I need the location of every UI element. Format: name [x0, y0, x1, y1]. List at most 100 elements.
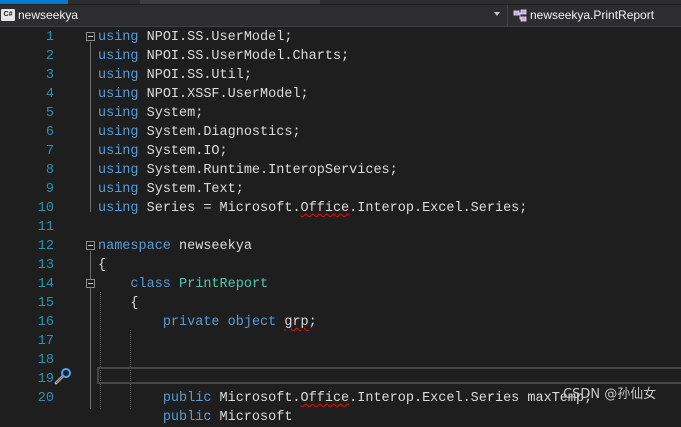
- code-text: public Microsoft: [98, 408, 293, 427]
- line-number: 6: [45, 125, 54, 140]
- code-line[interactable]: 16 private object grp;: [0, 313, 681, 332]
- code-line[interactable]: 17: [0, 332, 681, 351]
- code-token: public: [162, 410, 212, 425]
- line-number: 12: [37, 239, 54, 254]
- line-number: 17: [37, 334, 54, 349]
- code-token: private: [162, 315, 220, 330]
- code-text: using System;: [98, 104, 203, 123]
- code-text: public Microsoft.Office.Interop.Excel.Se…: [98, 389, 592, 408]
- code-token: namespace: [98, 239, 171, 254]
- code-token: object: [227, 315, 277, 330]
- line-number: 5: [45, 106, 54, 121]
- document-tab[interactable]: [140, 0, 320, 4]
- code-line[interactable]: 14 class PrintReport: [0, 275, 681, 294]
- code-line[interactable]: 10 using Series = Microsoft.Office.Intero…: [0, 199, 681, 218]
- type-dropdown[interactable]: newseekya.PrintReport: [509, 5, 681, 26]
- navigation-bar: C# newseekya newseekya.PrintReport: [0, 5, 681, 27]
- code-token: System.IO;: [138, 144, 228, 159]
- code-token: using: [98, 182, 139, 197]
- code-line[interactable]: 3 using NPOI.SS.Util;: [0, 66, 681, 85]
- code-token: using: [98, 125, 139, 140]
- code-token: using: [98, 106, 139, 121]
- code-line[interactable]: 5 using System;: [0, 104, 681, 123]
- code-token: NPOI.SS.Util;: [138, 68, 252, 83]
- code-token: .Interop.Excel.Series;: [349, 201, 528, 216]
- csharp-project-icon: C#: [1, 9, 15, 21]
- code-token: System.Diagnostics;: [138, 125, 301, 140]
- code-token: using: [98, 87, 139, 102]
- code-token: NPOI.SS.UserModel;: [138, 30, 293, 45]
- line-number: 18: [37, 353, 54, 368]
- code-token: Series = Microsoft.: [138, 201, 301, 216]
- code-token: {: [98, 296, 139, 311]
- line-number: 8: [45, 163, 54, 178]
- code-token: newseekya: [170, 239, 252, 254]
- code-token: using: [98, 49, 139, 64]
- line-number: 16: [37, 315, 54, 330]
- code-token: System;: [138, 106, 204, 121]
- project-dropdown-label: newseekya: [18, 8, 79, 22]
- code-line[interactable]: 1 using NPOI.SS.UserModel;: [0, 28, 681, 47]
- line-number: 15: [37, 296, 54, 311]
- code-token: {: [98, 258, 107, 273]
- code-text: using System.IO;: [98, 142, 228, 161]
- code-text: class PrintReport: [98, 275, 268, 294]
- line-number: 7: [45, 144, 54, 159]
- chevron-down-icon[interactable]: [494, 12, 500, 16]
- code-line[interactable]: 15 {: [0, 294, 681, 313]
- code-line[interactable]: 13 {: [0, 256, 681, 275]
- code-text: using NPOI.SS.UserModel.Charts;: [98, 47, 349, 66]
- code-token: System.Runtime.InteropServices;: [138, 163, 398, 178]
- code-text: {: [98, 294, 139, 313]
- document-tab-strip: [0, 0, 681, 4]
- line-number: 9: [45, 182, 54, 197]
- code-token: using: [98, 144, 139, 159]
- line-number: 4: [45, 87, 54, 102]
- code-line[interactable]: 4 using NPOI.XSSF.UserModel;: [0, 85, 681, 104]
- code-token: public: [162, 391, 212, 406]
- code-line[interactable]: public Microsoft: [0, 408, 681, 427]
- class-icon: [513, 9, 527, 22]
- code-line[interactable]: 7 using System.IO;: [0, 142, 681, 161]
- code-text: using NPOI.SS.UserModel;: [98, 28, 292, 47]
- line-number: 20: [37, 391, 54, 406]
- code-line[interactable]: 18: [0, 351, 681, 370]
- code-token: PrintReport: [179, 277, 269, 292]
- code-text: namespace newseekya: [98, 237, 252, 256]
- code-token: Office: [300, 201, 350, 216]
- code-token: using: [98, 201, 139, 216]
- code-line[interactable]: 11: [0, 218, 681, 237]
- code-line[interactable]: 2 using NPOI.SS.UserModel.Charts;: [0, 47, 681, 66]
- code-text: using Series = Microsoft.Office.Interop.…: [98, 199, 527, 218]
- code-editor[interactable]: 1 using NPOI.SS.UserModel; 2 using NPOI.SS.…: [0, 27, 681, 425]
- watermark: CSDN @孙仙女: [563, 387, 657, 402]
- code-token: NPOI.XSSF.UserModel;: [138, 87, 309, 102]
- code-line[interactable]: 9 using System.Text;: [0, 180, 681, 199]
- code-token: ;: [308, 315, 317, 330]
- line-number: 2: [45, 49, 54, 64]
- line-number: 11: [37, 220, 54, 235]
- line-number: 1: [45, 30, 54, 45]
- code-token: Microsoft: [211, 410, 293, 425]
- code-token: .Interop.Excel.Series maxTemp;: [349, 391, 593, 406]
- line-number: 14: [37, 277, 54, 292]
- code-token: using: [98, 30, 139, 45]
- code-token: System.Text;: [138, 182, 244, 197]
- active-document-tab[interactable]: [0, 0, 68, 4]
- code-line[interactable]: 12 namespace newseekya: [0, 237, 681, 256]
- code-token: Microsoft.: [211, 391, 301, 406]
- code-token: using: [98, 163, 139, 178]
- code-token: using: [98, 68, 139, 83]
- code-text: using NPOI.SS.Util;: [98, 66, 252, 85]
- code-text: private object grp;: [98, 313, 317, 332]
- code-line[interactable]: 8 using System.Runtime.InteropServices;: [0, 161, 681, 180]
- code-line[interactable]: 6 using System.Diagnostics;: [0, 123, 681, 142]
- project-dropdown[interactable]: C# newseekya: [0, 5, 508, 26]
- code-text: using System.Diagnostics;: [98, 123, 301, 142]
- code-text: using NPOI.XSSF.UserModel;: [98, 85, 309, 104]
